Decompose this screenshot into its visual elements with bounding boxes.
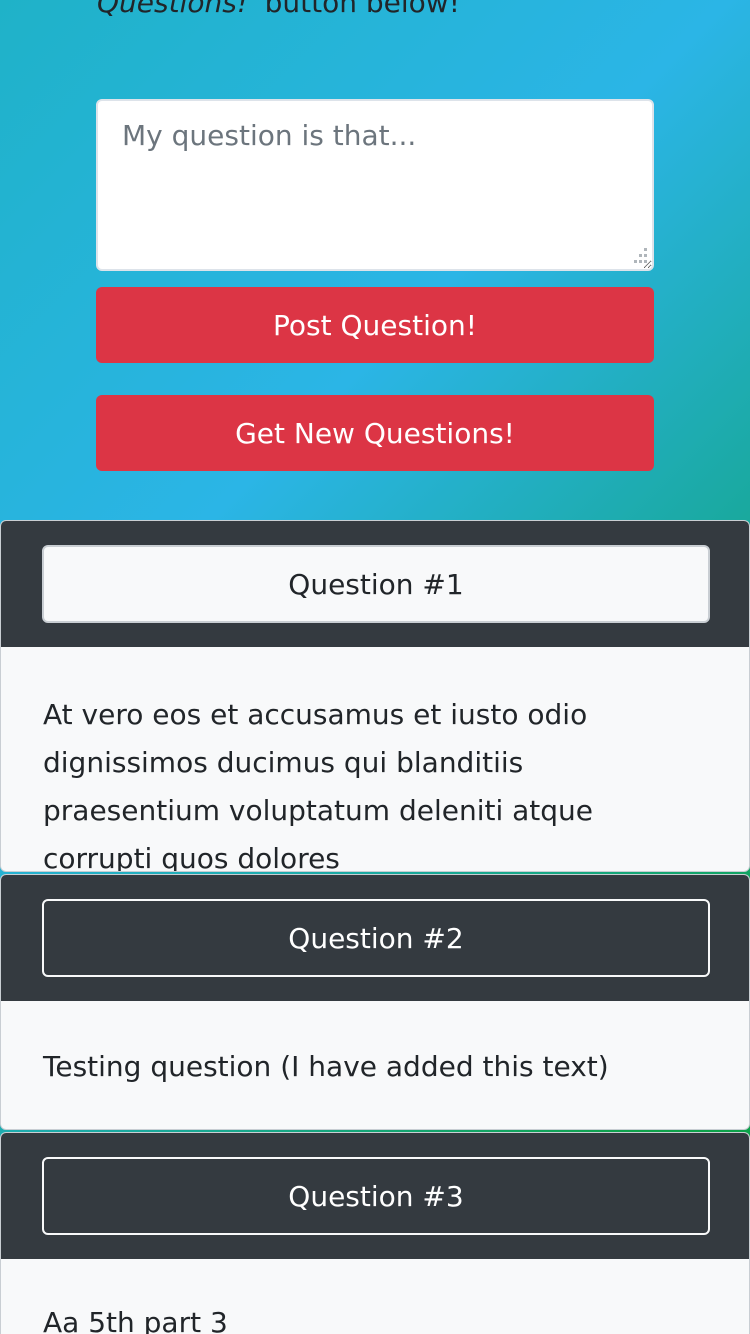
instruction-italic: Questions! [97, 0, 249, 19]
question-body: At vero eos et accusamus et iusto odio d… [43, 698, 594, 872]
question-card-header: Question #1 [1, 521, 749, 647]
question-body: Testing question (I have added this text… [43, 1050, 609, 1083]
ask-section: Questions!' button below! Post Question!… [0, 0, 750, 520]
question-card: Question #3 Aa 5th part 3 [0, 1132, 750, 1334]
instruction-rest: ' button below! [248, 0, 460, 19]
question-card-header: Question #3 [1, 1133, 749, 1259]
question-card: Question #1 At vero eos et accusamus et … [0, 520, 750, 872]
question-toggle-button[interactable]: Question #2 [42, 899, 710, 977]
instruction-text: Questions!' button below! [97, 0, 460, 19]
question-textarea[interactable] [96, 99, 654, 271]
question-toggle-button[interactable]: Question #1 [42, 545, 710, 623]
resize-grip-icon[interactable] [628, 246, 650, 266]
post-question-button[interactable]: Post Question! [96, 287, 654, 363]
question-card: Question #2 Testing question (I have add… [0, 874, 750, 1130]
question-card-header: Question #2 [1, 875, 749, 1001]
question-toggle-button[interactable]: Question #3 [42, 1157, 710, 1235]
get-new-questions-button[interactable]: Get New Questions! [96, 395, 654, 471]
question-body: Aa 5th part 3 [43, 1306, 228, 1334]
